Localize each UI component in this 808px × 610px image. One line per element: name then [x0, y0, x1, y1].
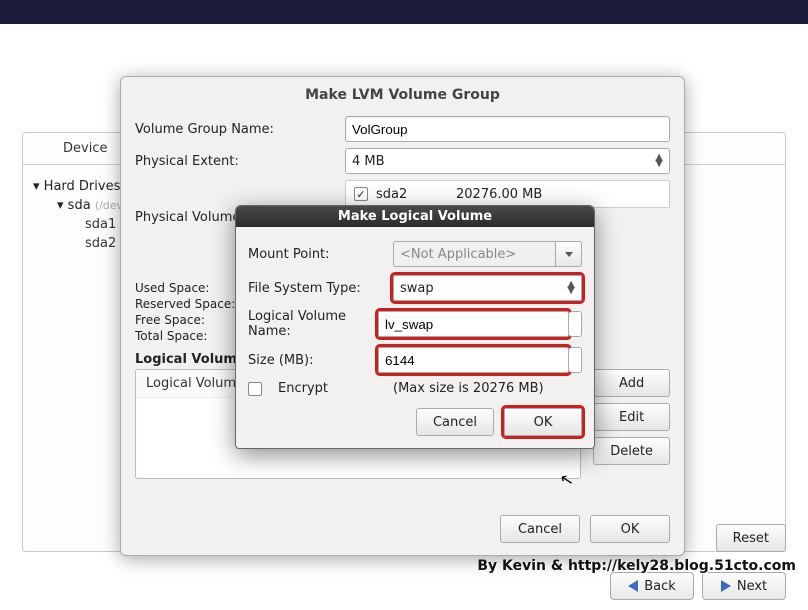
tree-item-label: sda [68, 198, 91, 213]
size-label: Size (MB): [248, 353, 378, 368]
arrow-right-icon [721, 580, 731, 592]
pv-checkbox[interactable]: ✓ [354, 187, 368, 201]
button-label: Edit [619, 410, 644, 425]
encrypt-checkbox[interactable] [248, 382, 262, 396]
fs-type-value: swap [400, 281, 434, 296]
next-button[interactable]: Next [702, 572, 786, 600]
button-label: Next [737, 579, 767, 594]
dialog-title: Make LVM Volume Group [121, 77, 684, 113]
vg-ok-button[interactable]: OK [590, 515, 670, 543]
top-window-bar [0, 0, 808, 24]
lv-name-label: Logical Volume Name: [248, 309, 378, 339]
button-label: OK [621, 522, 640, 537]
spinner-arrows-icon: ▲▼ [567, 282, 575, 294]
spinner-arrows-icon: ▲▼ [655, 155, 663, 167]
button-label: Cancel [433, 415, 477, 430]
reset-button[interactable]: Reset [716, 524, 786, 552]
button-label: Cancel [518, 522, 562, 537]
make-lv-dialog: Make Logical Volume Mount Point: <Not Ap… [235, 205, 595, 449]
mount-point-input: <Not Applicable> [393, 241, 556, 267]
pe-select[interactable]: 4 MB ▲▼ [345, 148, 670, 174]
add-lv-button[interactable]: Add [593, 369, 670, 397]
vg-name-label: Volume Group Name: [135, 122, 345, 137]
pe-label: Physical Extent: [135, 154, 345, 169]
button-label: Add [619, 376, 644, 391]
pv-item-size: 20276.00 MB [456, 187, 542, 202]
credit-text: By Kevin & http://kely28.blog.51cto.com [477, 558, 796, 574]
lv-name-input-extra[interactable] [569, 311, 582, 337]
select-value: 4 MB [352, 154, 385, 169]
max-size-hint: (Max size is 20276 MB) [393, 381, 582, 396]
tree-item-label: sda1 [85, 217, 116, 232]
back-button[interactable]: Back [610, 572, 694, 600]
tree-item-label: sda2 [85, 236, 116, 251]
fs-type-label: File System Type: [248, 281, 393, 296]
lv-cancel-button[interactable]: Cancel [416, 408, 494, 436]
pv-list: ✓ sda2 20276.00 MB [345, 180, 670, 208]
encrypt-label: Encrypt [278, 381, 328, 396]
mount-point-label: Mount Point: [248, 247, 393, 262]
size-input[interactable] [378, 347, 569, 373]
size-input-extra[interactable] [569, 347, 582, 373]
vg-cancel-button[interactable]: Cancel [500, 515, 580, 543]
mount-point-dropdown[interactable] [556, 241, 582, 267]
button-label: OK [534, 415, 553, 430]
button-label: Back [644, 579, 676, 594]
arrow-left-icon [628, 580, 638, 592]
chevron-down-icon [565, 252, 573, 257]
lv-name-input[interactable] [378, 311, 569, 337]
fs-type-select[interactable]: swap ▲▼ [393, 275, 582, 301]
button-label: Delete [610, 444, 653, 459]
button-label: Reset [733, 531, 769, 546]
vg-name-input[interactable] [345, 116, 670, 142]
tree-item-label: Hard Drives [44, 179, 121, 194]
lv-ok-button[interactable]: OK [504, 408, 582, 436]
edit-lv-button[interactable]: Edit [593, 403, 670, 431]
delete-lv-button[interactable]: Delete [593, 437, 670, 465]
dialog-title: Make Logical Volume [236, 206, 594, 227]
pv-item-name: sda2 [376, 187, 456, 202]
mount-point-value: <Not Applicable> [400, 247, 516, 262]
